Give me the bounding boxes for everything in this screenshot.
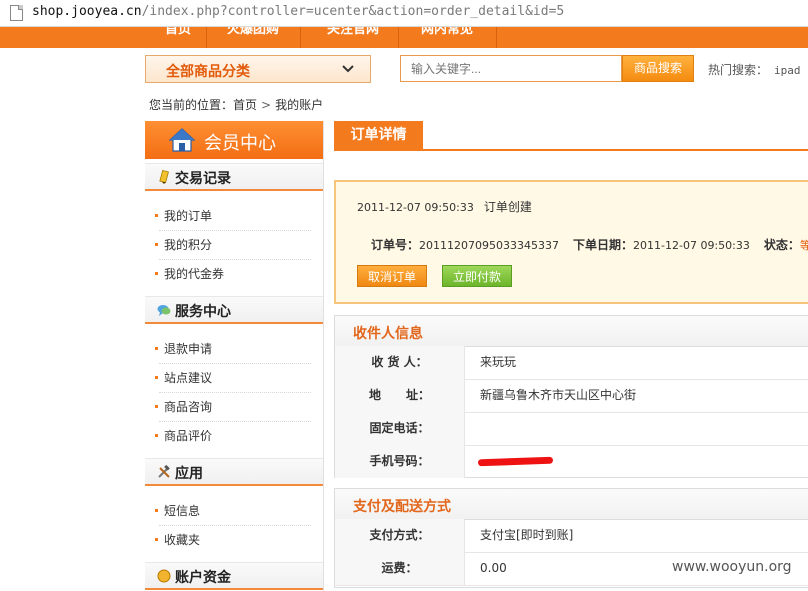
nav-item-faq[interactable]: 网内常见 [412, 27, 482, 48]
section-service-center: 服务中心 [145, 296, 323, 324]
order-summary-box: 2011-12-07 09:50:33 订单创建 订单号：201112070950… [334, 180, 808, 304]
section-trade-records: 交易记录 [145, 163, 323, 191]
breadcrumb-home-link[interactable]: 首页 [233, 98, 257, 112]
pencil-icon [159, 170, 169, 184]
member-center-title: 会员中心 [204, 133, 276, 154]
hot-search-label: 热门搜索： [708, 63, 769, 77]
order-date: 2011-12-07 09:50:33 [633, 239, 750, 252]
section-account-funds: 账户资金 [145, 562, 323, 590]
redaction-mark [477, 456, 554, 467]
sidebar-item-review[interactable]: 商品评价 [154, 427, 212, 444]
order-status-label: 状态： [763, 238, 800, 252]
breadcrumb: 您当前的位置：首页 > 我的账户 [149, 96, 323, 113]
section-applications: 应用 [145, 458, 323, 486]
divider [159, 230, 311, 231]
row-label: 支付方式： [335, 519, 465, 552]
order-meta: 订单号：20111207095033345337 下单日期：2011-12-07 … [371, 236, 808, 253]
order-date-label: 下单日期： [573, 238, 634, 252]
page-icon [10, 5, 23, 21]
panel-header: 支付及配送方式 [335, 489, 808, 520]
sidebar-item-suggestion[interactable]: 站点建议 [154, 369, 212, 386]
section-title: 账户资金 [175, 570, 231, 586]
nav-divider [206, 27, 207, 48]
url-host: shop.jooyea.cn [32, 4, 142, 19]
tab-order-detail[interactable]: 订单详情 [334, 121, 423, 149]
sidebar-item-favorites[interactable]: 收藏夹 [154, 531, 200, 548]
order-log-time: 2011-12-07 09:50:33 [357, 201, 474, 214]
url-path: /index.php?controller=ucenter&action=ord… [141, 4, 565, 19]
section-title: 服务中心 [175, 304, 231, 320]
receiver-row-address: 地 址： 新疆乌鲁木齐市天山区中心街 [335, 379, 808, 413]
row-label: 地 址： [335, 379, 465, 412]
url-text[interactable]: shop.jooyea.cn/index.php?controller=ucen… [32, 4, 564, 19]
top-nav: 首页 火爆团购 关注官网 网内常见 [0, 27, 808, 48]
breadcrumb-current: 我的账户 [275, 98, 324, 112]
nav-item-official[interactable]: 关注官网 [318, 27, 388, 48]
sidebar-item-refund[interactable]: 退款申请 [154, 340, 212, 357]
member-center-header: 会员中心 [145, 121, 323, 159]
order-number: 20111207095033345337 [419, 239, 559, 252]
category-dropdown[interactable]: 全部商品分类 [145, 55, 371, 83]
cancel-order-button[interactable]: 取消订单 [357, 265, 427, 287]
sidebar-item-consult[interactable]: 商品咨询 [154, 398, 212, 415]
sidebar-item-my-orders[interactable]: 我的订单 [154, 207, 212, 224]
row-label: 收 货 人： [335, 346, 465, 379]
order-log: 2011-12-07 09:50:33 订单创建 [357, 198, 532, 215]
chat-bubble-icon [157, 305, 171, 316]
panel-header: 收件人信息 [335, 316, 808, 347]
search-button[interactable]: 商品搜索 [622, 55, 694, 82]
row-value: 0.00 [480, 561, 507, 575]
row-value: 来玩玩 [480, 355, 517, 369]
sidebar-item-my-vouchers[interactable]: 我的代金券 [154, 265, 224, 282]
sidebar: 会员中心 交易记录 我的订单 我的积分 我的代金券 服务中心 退款申请 站点建议… [145, 121, 324, 591]
nav-divider [398, 27, 399, 48]
coin-icon [157, 569, 171, 583]
row-value: 支付宝[即时到账] [480, 528, 574, 542]
address-bar[interactable]: shop.jooyea.cn/index.php?controller=ucen… [0, 0, 808, 27]
order-status-value: 等 [799, 239, 808, 252]
sidebar-item-messages[interactable]: 短信息 [154, 502, 200, 519]
order-log-event: 订单创建 [483, 200, 532, 214]
receiver-row-mobile: 手机号码： [335, 445, 808, 478]
hot-search: 热门搜索： ipad [708, 61, 801, 78]
hot-search-keyword[interactable]: ipad [774, 64, 801, 77]
section-title: 应用 [175, 466, 203, 482]
house-icon [169, 128, 195, 152]
row-label: 运费： [335, 552, 465, 585]
breadcrumb-separator: > [261, 98, 272, 112]
divider [159, 259, 311, 260]
nav-item-hot-group[interactable]: 火爆团购 [218, 27, 288, 48]
chevron-down-icon [342, 65, 354, 73]
row-label: 手机号码： [335, 445, 465, 478]
payment-row-method: 支付方式： 支付宝[即时到账] [335, 519, 808, 553]
receiver-info-title: 收件人信息 [353, 326, 423, 342]
nav-item-home[interactable]: 首页 [150, 27, 206, 48]
row-label: 固定电话： [335, 412, 465, 445]
order-number-label: 订单号： [371, 238, 420, 252]
divider [159, 392, 311, 393]
nav-divider [496, 27, 497, 48]
category-dropdown-label: 全部商品分类 [166, 64, 250, 80]
receiver-row-name: 收 货 人： 来玩玩 [335, 346, 808, 380]
divider [159, 363, 311, 364]
breadcrumb-prefix: 您当前的位置： [149, 98, 234, 112]
divider [159, 421, 311, 422]
pay-now-button[interactable]: 立即付款 [442, 265, 512, 287]
tools-icon [158, 465, 170, 478]
sidebar-item-my-points[interactable]: 我的积分 [154, 236, 212, 253]
row-value: 新疆乌鲁木齐市天山区中心街 [480, 388, 637, 402]
section-title: 交易记录 [175, 171, 231, 187]
divider [159, 525, 311, 526]
search-input[interactable] [400, 55, 622, 82]
watermark: www.wooyun.org [672, 559, 792, 575]
payment-delivery-title: 支付及配送方式 [353, 499, 451, 515]
nav-divider [300, 27, 301, 48]
receiver-info-panel: 收件人信息 收 货 人： 来玩玩 地 址： 新疆乌鲁木齐市天山区中心街 固定电话… [334, 315, 808, 478]
receiver-row-phone: 固定电话： [335, 412, 808, 446]
main-tab-bar: 订单详情 [334, 121, 808, 151]
